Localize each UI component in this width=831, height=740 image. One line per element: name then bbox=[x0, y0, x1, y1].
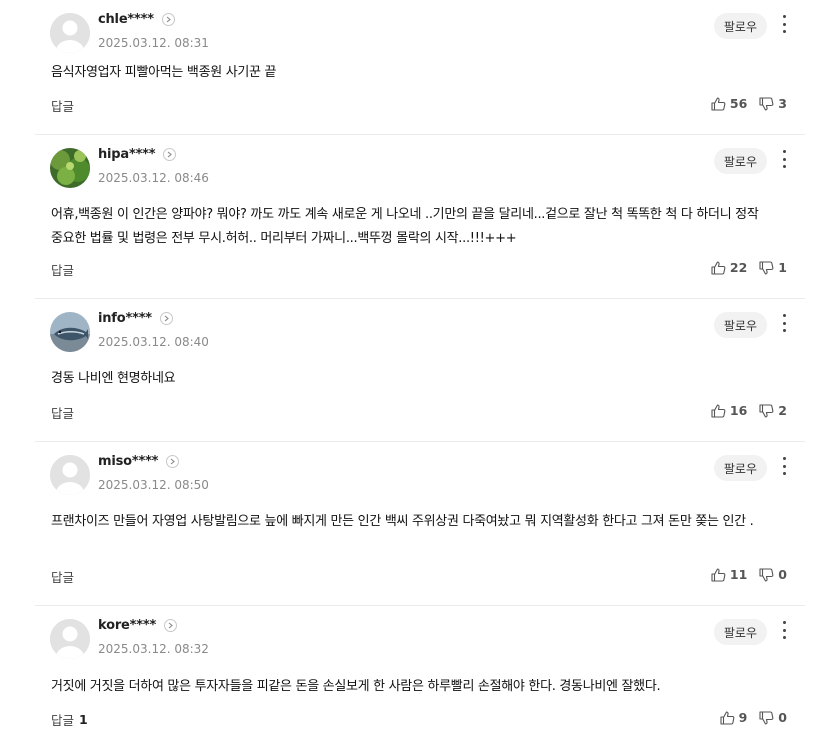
reply-button[interactable]: 답글 bbox=[51, 403, 79, 422]
like-count: 11 bbox=[729, 567, 748, 582]
dislike-button[interactable]: 0 bbox=[759, 567, 787, 582]
thumbs-up-icon bbox=[720, 710, 734, 725]
avatar[interactable] bbox=[50, 619, 90, 659]
comment-item: miso**** 2025.03.12. 08:50 팔로우 프랜차이즈 만들어… bbox=[35, 442, 805, 606]
like-button[interactable]: 9 bbox=[720, 710, 748, 725]
username[interactable]: info**** bbox=[98, 311, 152, 326]
thumbs-down-icon bbox=[759, 403, 774, 418]
chevron-right-icon[interactable] bbox=[166, 455, 180, 468]
reply-button[interactable]: 답글 1 bbox=[51, 710, 88, 729]
kebab-menu-icon[interactable] bbox=[781, 457, 787, 475]
avatar[interactable] bbox=[50, 148, 90, 188]
like-count: 16 bbox=[729, 403, 748, 418]
comment-text: 어휴,백종원 이 인간은 양파야? 뭐야? 까도 까도 계속 새로운 게 나오네… bbox=[51, 207, 759, 246]
timestamp: 2025.03.12. 08:31 bbox=[98, 36, 209, 50]
reply-label: 답글 bbox=[51, 406, 75, 421]
reply-label: 답글 bbox=[51, 570, 75, 585]
username[interactable]: chle**** bbox=[98, 12, 154, 27]
timestamp: 2025.03.12. 08:46 bbox=[98, 171, 209, 185]
kebab-menu-icon[interactable] bbox=[781, 621, 787, 639]
comment-item: hipa**** 2025.03.12. 08:46 팔로우 어휴,백종원 이 … bbox=[35, 135, 805, 299]
follow-button[interactable]: 팔로우 bbox=[713, 148, 767, 174]
avatar[interactable] bbox=[50, 13, 90, 53]
follow-button[interactable]: 팔로우 bbox=[713, 619, 767, 645]
like-button[interactable]: 56 bbox=[711, 96, 747, 111]
thumbs-up-icon bbox=[711, 96, 726, 111]
dislike-button[interactable]: 1 bbox=[759, 260, 787, 275]
username[interactable]: hipa**** bbox=[98, 147, 156, 162]
timestamp: 2025.03.12. 08:50 bbox=[98, 478, 209, 492]
comment-text: 경동 나비엔 현명하네요 bbox=[51, 371, 176, 386]
chevron-right-icon[interactable] bbox=[164, 619, 178, 632]
follow-button[interactable]: 팔로우 bbox=[713, 312, 767, 338]
like-button[interactable]: 16 bbox=[711, 403, 747, 418]
dislike-count: 2 bbox=[778, 403, 787, 418]
comment-text: 거짓에 거짓을 더하여 많은 투자자들을 피같은 돈을 손실보게 한 사람은 하… bbox=[51, 679, 661, 694]
reply-button[interactable]: 답글 bbox=[51, 260, 79, 279]
chevron-right-icon[interactable] bbox=[161, 13, 175, 26]
reply-button[interactable]: 답글 bbox=[51, 96, 79, 115]
like-count: 22 bbox=[729, 260, 748, 275]
kebab-menu-icon[interactable] bbox=[781, 150, 787, 168]
reply-button[interactable]: 답글 bbox=[51, 567, 79, 586]
follow-button[interactable]: 팔로우 bbox=[713, 13, 767, 39]
comment-item: kore**** 2025.03.12. 08:32 팔로우 거짓에 거짓을 더… bbox=[35, 606, 805, 740]
username[interactable]: miso**** bbox=[98, 454, 158, 469]
thumbs-down-icon bbox=[759, 567, 774, 582]
reply-label: 답글 bbox=[51, 263, 75, 278]
timestamp: 2025.03.12. 08:40 bbox=[98, 335, 209, 349]
thumbs-up-icon bbox=[711, 567, 726, 582]
dislike-button[interactable]: 2 bbox=[759, 403, 787, 418]
comment-text: 프랜차이즈 만들어 자영업 사탕발림으로 늪에 빠지게 만든 인간 백씨 주위상… bbox=[51, 514, 754, 529]
kebab-menu-icon[interactable] bbox=[781, 314, 787, 332]
username[interactable]: kore**** bbox=[98, 618, 156, 633]
thumbs-down-icon bbox=[759, 96, 774, 111]
avatar[interactable] bbox=[50, 455, 90, 495]
like-button[interactable]: 22 bbox=[711, 260, 747, 275]
thumbs-down-icon bbox=[759, 260, 774, 275]
comment-item: chle**** 2025.03.12. 08:31 팔로우 음식자영업자 피빨… bbox=[35, 0, 805, 135]
comment-list: chle**** 2025.03.12. 08:31 팔로우 음식자영업자 피빨… bbox=[0, 0, 831, 740]
dislike-button[interactable]: 3 bbox=[759, 96, 787, 111]
follow-button[interactable]: 팔로우 bbox=[713, 455, 767, 481]
chevron-right-icon[interactable] bbox=[163, 148, 177, 161]
chevron-right-icon[interactable] bbox=[159, 312, 173, 325]
dislike-count: 3 bbox=[778, 96, 787, 111]
reply-label: 답글 bbox=[51, 99, 75, 114]
thumbs-up-icon bbox=[711, 403, 726, 418]
like-button[interactable]: 11 bbox=[711, 567, 747, 582]
reply-count: 1 bbox=[79, 712, 88, 727]
like-count: 56 bbox=[729, 96, 748, 111]
dislike-button[interactable]: 0 bbox=[759, 710, 787, 725]
kebab-menu-icon[interactable] bbox=[781, 15, 787, 33]
comment-text: 음식자영업자 피빨아먹는 백종원 사기꾼 끝 bbox=[51, 65, 277, 80]
reply-label: 답글 bbox=[51, 713, 75, 728]
comment-item: info**** 2025.03.12. 08:40 팔로우 경동 나비엔 현명… bbox=[35, 299, 805, 442]
dislike-count: 1 bbox=[778, 260, 787, 275]
avatar[interactable] bbox=[50, 312, 90, 352]
dislike-count: 0 bbox=[778, 710, 787, 725]
dislike-count: 0 bbox=[778, 567, 787, 582]
like-count: 9 bbox=[738, 710, 748, 725]
timestamp: 2025.03.12. 08:32 bbox=[98, 642, 209, 656]
thumbs-up-icon bbox=[711, 260, 726, 275]
thumbs-down-icon bbox=[759, 710, 774, 725]
